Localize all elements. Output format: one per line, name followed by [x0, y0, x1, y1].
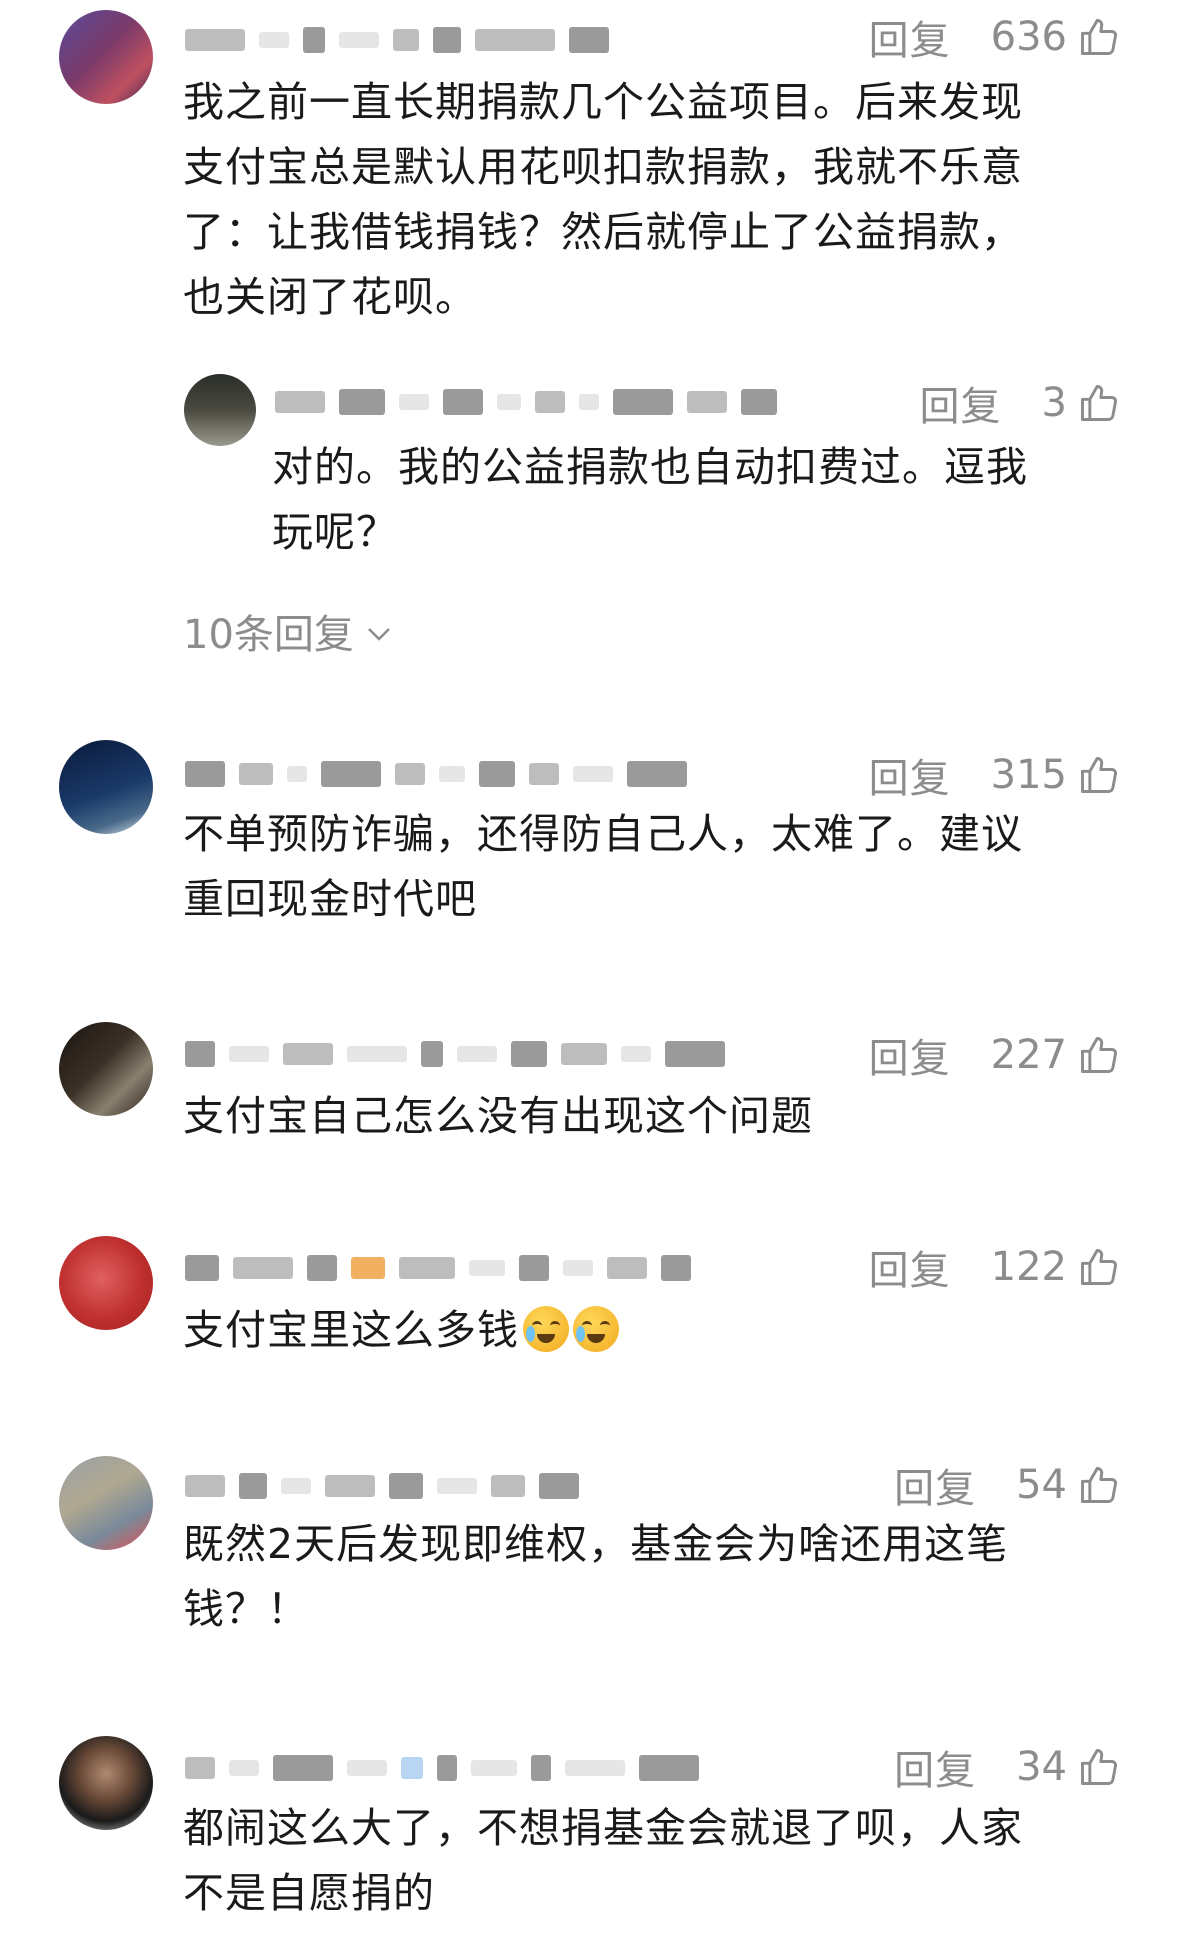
comment-actions: 回复 54 — [894, 1460, 1121, 1512]
more-replies-link[interactable]: 10条回复 — [183, 602, 392, 660]
crying-laughing-emoji-icon — [523, 1306, 569, 1352]
username-blurred[interactable] — [185, 756, 687, 792]
like-count: 315 — [990, 752, 1067, 798]
thumbs-up-icon[interactable] — [1077, 1745, 1121, 1789]
thumbs-up-icon[interactable] — [1077, 381, 1121, 425]
comment-text: 都闹这么大了，不想捐基金会就退了呗，人家 不是自愿捐的 — [183, 1804, 1023, 1917]
comment-actions: 回复 315 — [869, 750, 1121, 802]
comment-actions: 回复 34 — [894, 1742, 1121, 1794]
like-count: 122 — [990, 1244, 1067, 1290]
avatar[interactable] — [59, 1022, 153, 1116]
comment-text: 支付宝自己怎么没有出现这个问题 — [183, 1092, 813, 1140]
reply-button[interactable]: 回复 — [869, 746, 951, 804]
like-count: 227 — [990, 1032, 1067, 1078]
avatar[interactable] — [59, 1736, 153, 1830]
avatar[interactable] — [59, 1456, 153, 1550]
avatar[interactable] — [59, 1236, 153, 1330]
like-count: 3 — [1041, 380, 1067, 426]
avatar[interactable] — [59, 10, 153, 104]
more-replies-label: 10条回复 — [183, 612, 354, 658]
username-blurred[interactable] — [185, 22, 609, 58]
reply-username-blurred[interactable] — [275, 384, 777, 420]
comment-text: 我之前一直长期捐款几个公益项目。后来发现 支付宝总是默认用花呗扣款捐款，我就不乐… — [183, 78, 1023, 321]
thumbs-up-icon[interactable] — [1077, 15, 1121, 59]
chevron-down-icon — [368, 628, 390, 641]
reply-button[interactable]: 回复 — [869, 8, 951, 66]
thumbs-up-icon[interactable] — [1077, 1033, 1121, 1077]
reply-button[interactable]: 回复 — [894, 1456, 976, 1514]
username-blurred[interactable] — [185, 1750, 699, 1786]
comment-text-line: 支付宝里这么多钱 — [183, 1306, 519, 1354]
crying-laughing-emoji-icon — [573, 1306, 619, 1352]
comment-text: 不单预防诈骗，还得防自己人，太难了。建议 重回现金时代吧 — [183, 810, 1023, 923]
thumbs-up-icon[interactable] — [1077, 1245, 1121, 1289]
comment-text: 既然2天后发现即维权，基金会为啥还用这笔 钱？！ — [183, 1520, 1009, 1633]
comment-actions: 回复 122 — [869, 1242, 1121, 1294]
like-count: 636 — [990, 14, 1067, 60]
reply-button[interactable]: 回复 — [869, 1238, 951, 1296]
thumbs-up-icon[interactable] — [1077, 753, 1121, 797]
comment-actions: 回复 636 — [869, 12, 1121, 64]
like-count: 54 — [1016, 1462, 1067, 1508]
comment-text: 支付宝里这么多钱 — [183, 1298, 1113, 1363]
reply-avatar[interactable] — [184, 374, 256, 446]
reply-button[interactable]: 回复 — [920, 374, 1002, 432]
username-blurred[interactable] — [185, 1036, 725, 1072]
reply-button[interactable]: 回复 — [869, 1026, 951, 1084]
avatar[interactable] — [59, 740, 153, 834]
thumbs-up-icon[interactable] — [1077, 1463, 1121, 1507]
reply-button[interactable]: 回复 — [894, 1738, 976, 1796]
reply-actions: 回复 3 — [920, 378, 1121, 430]
username-blurred[interactable] — [185, 1250, 691, 1286]
username-blurred[interactable] — [185, 1468, 579, 1504]
like-count: 34 — [1016, 1744, 1067, 1790]
comment-actions: 回复 227 — [869, 1030, 1121, 1082]
reply-text: 对的。我的公益捐款也自动扣费过。逗我 玩呢？ — [272, 443, 1028, 556]
